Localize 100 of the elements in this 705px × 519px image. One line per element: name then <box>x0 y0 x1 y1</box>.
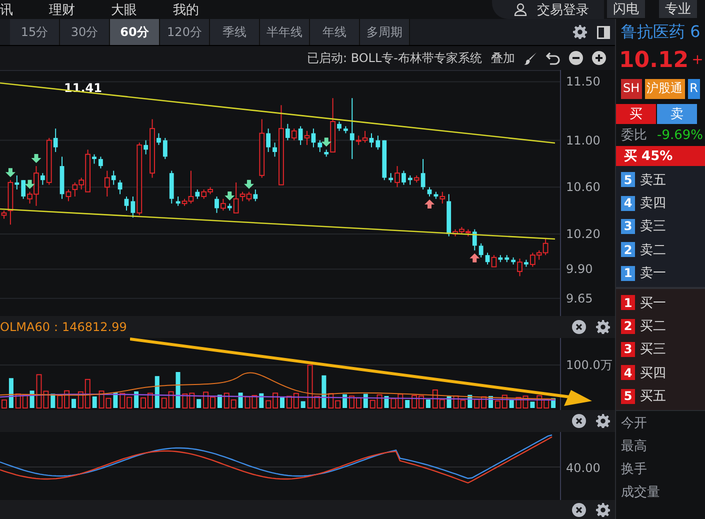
stat-label: 今开 <box>621 414 648 433</box>
stat-label: 换手 <box>621 460 648 479</box>
period-tab[interactable]: 30分 <box>60 19 110 45</box>
period-tab[interactable]: 15分 <box>10 19 60 45</box>
candlestick <box>517 258 522 277</box>
candlestick <box>14 174 20 190</box>
candlestick <box>402 170 406 186</box>
candlestick <box>40 172 45 186</box>
close-icon[interactable] <box>572 320 586 334</box>
candlestick <box>304 130 310 146</box>
period-tab[interactable]: 半年线 <box>260 19 310 45</box>
level-number: 4 <box>621 365 635 380</box>
candlestick <box>440 191 446 204</box>
candlestick <box>118 180 122 195</box>
brush-icon[interactable] <box>524 52 537 64</box>
level-number: 2 <box>621 242 635 258</box>
buy-button[interactable]: 买 <box>616 104 656 124</box>
price-axis-label: 11.50 <box>566 74 600 89</box>
candlestick <box>92 154 96 164</box>
price-axis-label: 9.65 <box>566 291 593 306</box>
menu-item[interactable]: 理财 <box>49 0 75 18</box>
period-tab[interactable]: 多周期 <box>360 19 410 45</box>
volume-indicator-label: OLMA60：146812.99 <box>0 318 127 336</box>
sell-signal-icon <box>321 138 332 147</box>
candlestick <box>253 188 258 202</box>
candlestick <box>21 180 26 200</box>
level-number: 4 <box>621 196 635 211</box>
sell-signal-icon <box>5 168 16 178</box>
candlestick <box>285 123 290 141</box>
menu-item[interactable]: 大眼 <box>111 0 137 18</box>
order-level-label: 买一 <box>640 294 666 312</box>
zoom-in-icon[interactable] <box>592 51 606 65</box>
mode-button[interactable]: 专业 <box>659 0 697 18</box>
price-axis-label: 10.60 <box>566 180 600 194</box>
zoom-out-icon[interactable] <box>569 51 583 65</box>
settings-icon[interactable] <box>596 414 610 428</box>
login-label: 交易登录 <box>537 2 589 18</box>
settings-icon[interactable] <box>573 25 587 39</box>
candlestick <box>53 128 58 152</box>
order-level-label: 买五 <box>640 388 666 406</box>
candlestick <box>337 121 342 132</box>
menu-item[interactable]: 讯 <box>0 0 13 18</box>
level-number: 5 <box>621 172 635 188</box>
candlestick <box>144 140 148 155</box>
candlestick <box>233 182 239 214</box>
buy-share-bar: 买 45% <box>616 146 705 166</box>
stock-name: 鲁抗医药 6 <box>620 20 702 42</box>
candlestick <box>214 196 219 214</box>
order-level-label: 买四 <box>640 364 666 382</box>
mode-button[interactable]: 闪电 <box>607 0 645 18</box>
candlestick <box>124 196 129 212</box>
candlestick <box>376 135 380 150</box>
period-tab[interactable]: 120分 <box>160 19 210 45</box>
candlestick <box>478 242 484 258</box>
period-tab[interactable]: 季线 <box>210 19 260 45</box>
candlestick <box>162 137 168 160</box>
level-number: 2 <box>621 318 635 334</box>
indicator-status: 已启动: BOLL专-布林带专家系统 <box>306 50 482 66</box>
order-level-label: 买三 <box>640 341 666 358</box>
oscillator-axis-label: 40.00 <box>566 461 600 475</box>
period-tab[interactable]: 60分 <box>110 19 160 45</box>
candlestick <box>220 198 226 212</box>
candlestick <box>104 170 110 198</box>
order-level-label: 卖四 <box>640 195 666 212</box>
stock-price: 10.12 <box>619 48 689 72</box>
candlestick <box>394 166 400 188</box>
close-icon[interactable] <box>572 502 586 516</box>
undo-icon[interactable] <box>546 52 560 64</box>
level-number: 5 <box>621 388 635 404</box>
order-level-label: 卖三 <box>640 218 666 236</box>
market-tag: 沪股通 <box>644 79 685 99</box>
settings-icon[interactable] <box>596 502 610 516</box>
candlestick <box>195 188 200 200</box>
candlestick <box>291 128 297 141</box>
login-button[interactable]: 交易登录 <box>492 0 604 19</box>
stat-label: 成交量 <box>621 484 661 502</box>
candlestick <box>298 126 303 146</box>
order-level-label: 卖二 <box>640 242 666 259</box>
level-number: 1 <box>621 295 635 310</box>
period-tab[interactable]: 年线 <box>310 19 360 45</box>
order-level-label: 卖五 <box>640 172 666 189</box>
price-axis-label: 11.00 <box>566 133 600 148</box>
level-number: 3 <box>621 342 635 357</box>
candlestick <box>350 98 354 160</box>
candlestick <box>318 140 322 152</box>
menu-item[interactable]: 我的 <box>173 0 199 18</box>
settings-icon[interactable] <box>596 320 610 334</box>
candlestick <box>111 170 116 186</box>
candlestick <box>66 188 72 202</box>
overlay-button[interactable]: 叠加 <box>491 50 515 66</box>
panel-toggle-icon[interactable] <box>597 26 610 38</box>
sell-signal-icon <box>24 180 35 189</box>
candlestick <box>472 228 477 251</box>
ratio-value: -9.69% <box>657 128 703 142</box>
order-level-label: 买二 <box>640 318 666 336</box>
sell-signal-icon <box>244 180 254 189</box>
user-icon <box>514 3 527 16</box>
axis-line <box>560 338 561 410</box>
close-icon[interactable] <box>572 414 586 428</box>
price-axis-label: 9.90 <box>566 262 593 276</box>
